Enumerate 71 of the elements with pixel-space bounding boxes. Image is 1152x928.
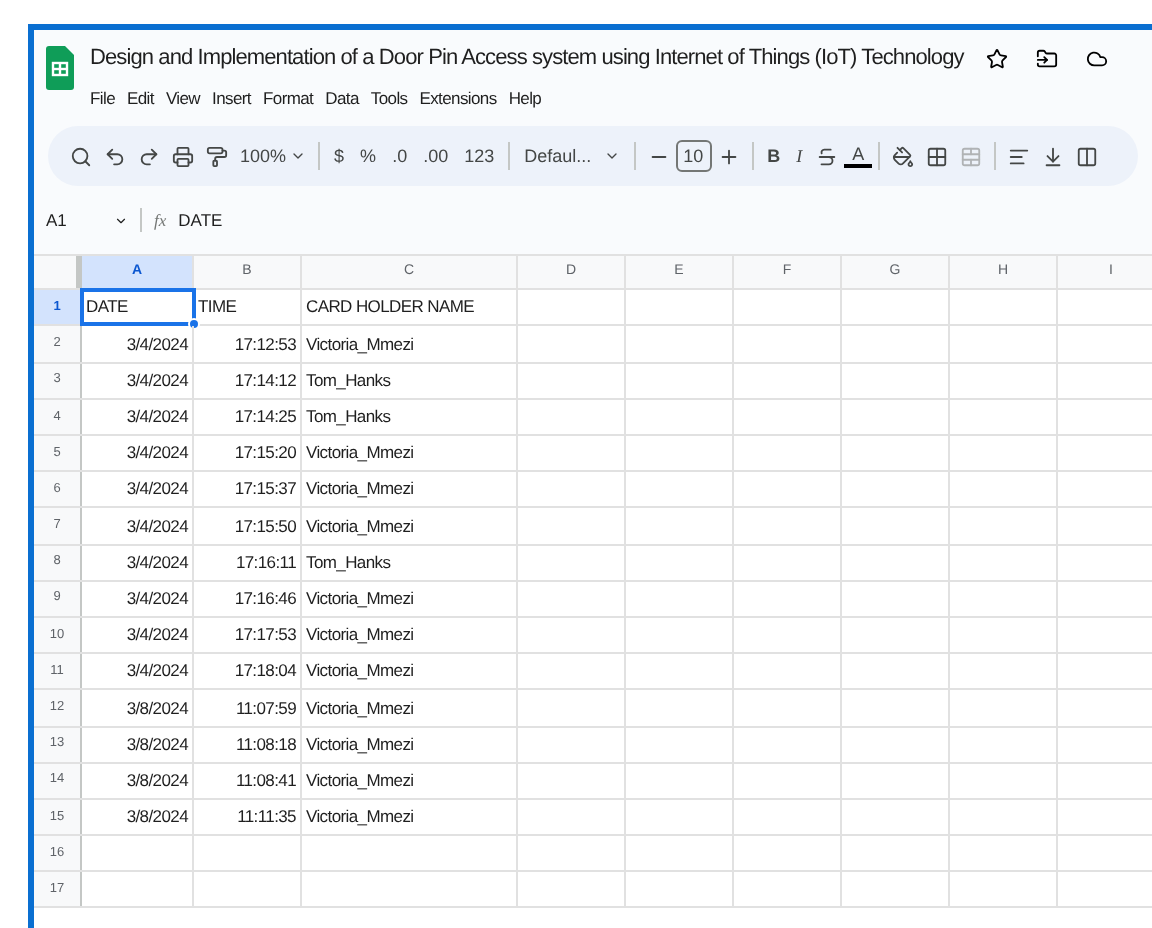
table-cell[interactable]: 11:11:35 xyxy=(194,799,302,835)
table-cell[interactable]: 3/4/2024 xyxy=(82,508,194,544)
caret-icon[interactable] xyxy=(114,213,128,228)
table-cell[interactable]: 3/4/2024 xyxy=(82,436,194,471)
percent-button[interactable]: % xyxy=(352,143,385,170)
font-dropdown[interactable]: Defaul... xyxy=(516,143,628,170)
table-cell[interactable]: 3/8/2024 xyxy=(82,727,194,762)
document-title[interactable]: Design and Implementation of a Door Pin Access system using Internet of Things (IoT) Technology xyxy=(90,42,964,75)
currency-button[interactable]: $ xyxy=(326,143,353,170)
table-cell[interactable]: 17:15:20 xyxy=(194,436,302,471)
table-cell[interactable]: 11:07:59 xyxy=(194,690,302,725)
menu-item[interactable]: Help xyxy=(508,85,542,111)
menu-item[interactable]: Edit xyxy=(127,85,154,111)
table-cell[interactable]: 3/4/2024 xyxy=(82,472,194,507)
menu-item[interactable]: View xyxy=(165,85,201,111)
menu-item[interactable]: Data xyxy=(325,85,359,111)
italic-button[interactable]: I xyxy=(788,143,811,170)
selected-cell[interactable]: DATE xyxy=(82,290,194,325)
bold-button[interactable]: B xyxy=(759,143,789,170)
table-cell[interactable]: 3/4/2024 xyxy=(82,654,194,689)
increase-decimal-button[interactable]: .00 xyxy=(415,143,457,170)
table-cell[interactable]: 11:08:18 xyxy=(194,727,302,762)
table-cell[interactable]: 17:16:11 xyxy=(194,545,302,580)
table-cell[interactable]: Victoria_Mmezi xyxy=(302,581,518,616)
table-cell[interactable]: Victoria_Mmezi xyxy=(302,690,518,725)
font-size-field[interactable]: 10 xyxy=(675,140,712,173)
table-cell[interactable]: Tom_Hanks xyxy=(302,363,518,398)
table-cell[interactable]: 17:16:46 xyxy=(194,581,302,616)
menu-item[interactable]: Extensions xyxy=(419,85,497,111)
table-cell[interactable]: Victoria_Mmezi xyxy=(302,508,518,544)
table-cell[interactable]: 3/4/2024 xyxy=(82,545,194,580)
formula-field[interactable]: DATE xyxy=(178,207,223,234)
menu-item[interactable]: Format xyxy=(263,85,314,111)
table-cell[interactable]: Victoria_Mmezi xyxy=(302,727,518,762)
table-cell[interactable]: 3/4/2024 xyxy=(82,326,194,362)
table-cell[interactable]: Victoria_Mmezi xyxy=(302,326,518,362)
table-cell[interactable]: 11:08:41 xyxy=(194,763,302,798)
zoom-dropdown[interactable]: 100% xyxy=(234,143,313,170)
table-cell[interactable]: Victoria_Mmezi xyxy=(302,436,518,471)
fill-handle[interactable] xyxy=(188,318,200,331)
table-cell[interactable]: 3/4/2024 xyxy=(82,399,194,434)
table-cell[interactable]: 17:14:12 xyxy=(194,363,302,398)
table-cell[interactable]: CARD HOLDER NAME xyxy=(302,290,518,325)
table-cell[interactable]: Tom_Hanks xyxy=(302,399,518,434)
table-cell[interactable]: Victoria_Mmezi xyxy=(302,617,518,653)
table-cell[interactable]: 17:15:50 xyxy=(194,508,302,544)
table-cell[interactable]: 3/8/2024 xyxy=(82,799,194,835)
table-cell[interactable]: Victoria_Mmezi xyxy=(302,763,518,798)
table-cell[interactable]: Victoria_Mmezi xyxy=(302,654,518,689)
name-box[interactable]: A1 xyxy=(46,207,114,234)
fx-label: fx xyxy=(154,207,167,234)
text-color-button[interactable]: A xyxy=(844,144,873,169)
table-cell[interactable]: 17:17:53 xyxy=(194,617,302,653)
number-format-button[interactable]: 123 xyxy=(456,143,503,170)
table-cell[interactable]: 3/4/2024 xyxy=(82,617,194,653)
spreadsheet-logo-icon[interactable] xyxy=(46,46,74,90)
menu-item[interactable]: File xyxy=(90,85,115,111)
table-cell[interactable]: 3/8/2024 xyxy=(82,763,194,798)
table-cell[interactable]: Tom_Hanks xyxy=(302,545,518,580)
table-cell[interactable]: 17:14:25 xyxy=(194,399,302,434)
table-cell[interactable]: 3/8/2024 xyxy=(82,690,194,725)
table-cell[interactable]: 3/4/2024 xyxy=(82,363,194,398)
decrease-decimal-button[interactable]: .0 xyxy=(384,143,416,170)
table-cell[interactable]: 17:12:53 xyxy=(194,326,302,362)
menu-item[interactable]: Tools xyxy=(370,85,408,111)
menu-item[interactable]: Insert xyxy=(212,85,251,111)
table-cell[interactable]: Victoria_Mmezi xyxy=(302,799,518,835)
table-cell[interactable]: 17:15:37 xyxy=(194,472,302,507)
table-cell[interactable]: 3/4/2024 xyxy=(82,581,194,616)
table-cell[interactable]: 17:18:04 xyxy=(194,654,302,689)
table-cell[interactable]: Victoria_Mmezi xyxy=(302,472,518,507)
